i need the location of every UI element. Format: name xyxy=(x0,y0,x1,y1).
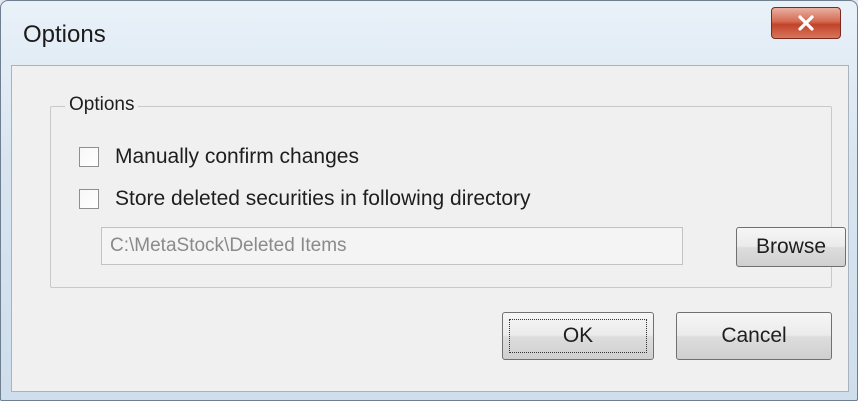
close-icon xyxy=(798,15,814,31)
cancel-button[interactable]: Cancel xyxy=(676,312,832,360)
manually-confirm-label[interactable]: Manually confirm changes xyxy=(115,145,359,169)
window-title: Options xyxy=(23,21,106,48)
browse-button[interactable]: Browse xyxy=(736,227,846,267)
store-deleted-row[interactable]: Store deleted securities in following di… xyxy=(79,187,531,211)
ok-button[interactable]: OK xyxy=(502,312,654,360)
manually-confirm-row[interactable]: Manually confirm changes xyxy=(79,145,359,169)
options-dialog: Options Options Manually confirm changes… xyxy=(0,0,858,401)
manually-confirm-checkbox[interactable] xyxy=(79,147,99,167)
groupbox-legend: Options xyxy=(65,94,139,116)
directory-path-input[interactable] xyxy=(101,227,683,265)
focus-ring xyxy=(509,319,647,353)
store-deleted-label[interactable]: Store deleted securities in following di… xyxy=(115,187,531,211)
store-deleted-checkbox[interactable] xyxy=(79,189,99,209)
close-button[interactable] xyxy=(771,7,841,39)
title-bar[interactable]: Options xyxy=(1,1,857,63)
options-groupbox: Options Manually confirm changes Store d… xyxy=(50,94,846,288)
dialog-body: Options Manually confirm changes Store d… xyxy=(11,65,849,392)
